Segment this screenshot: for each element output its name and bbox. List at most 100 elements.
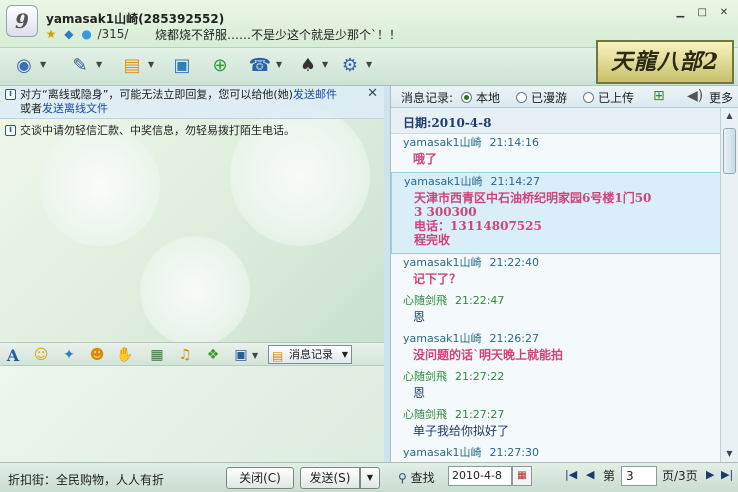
flower-decoration: [40, 126, 160, 246]
find-button[interactable]: ⚲ 查找: [398, 469, 435, 486]
send-offline-file-link[interactable]: 发送离线文件: [42, 102, 108, 115]
message-time: 21:27:22: [455, 370, 505, 383]
message-text: 没问题的话`明天晚上就能拍: [413, 348, 564, 362]
chevron-down-icon: ▼: [341, 350, 348, 359]
message-sender: yamasak1山崎: [404, 175, 483, 188]
maximize-icon[interactable]: □: [694, 6, 710, 20]
history-label: 消息记录:: [401, 91, 454, 105]
signature: 烧都烧不舒服……不是少这个就是少那个`！！: [155, 28, 402, 42]
page-suffix: 页/3页: [662, 469, 698, 483]
message-text: 恩: [413, 386, 426, 400]
chevron-down-icon[interactable]: ▼: [252, 351, 258, 360]
close-icon[interactable]: ✕: [716, 6, 732, 20]
chevron-down-icon[interactable]: ▼: [40, 60, 46, 69]
contact-name: yamasak1山崎(285392552): [46, 12, 225, 26]
history-icon: ▤: [272, 349, 284, 363]
message-text: 记下了？: [413, 272, 462, 286]
history-scrollbar[interactable]: ▲ ▼: [720, 108, 738, 462]
message-input[interactable]: [0, 366, 384, 462]
chevron-down-icon[interactable]: ▼: [366, 60, 372, 69]
chevron-down-icon[interactable]: ▼: [148, 60, 154, 69]
info-icon: i: [5, 125, 16, 136]
drop-icon[interactable]: ●: [80, 27, 94, 41]
game-ad-banner[interactable]: 天龍八部2: [596, 40, 734, 84]
star-icon[interactable]: ★: [44, 27, 58, 41]
level-text: /315/: [97, 27, 129, 41]
message-text: 恩: [413, 310, 426, 324]
screenshot-icon[interactable]: ▣: [232, 346, 250, 364]
video-icon[interactable]: ◉: [10, 52, 38, 80]
speaker-icon[interactable]: ◀): [687, 88, 703, 104]
message-sender: 心随剑飛: [403, 370, 447, 383]
radio-uploaded[interactable]: 已上传: [583, 89, 634, 106]
first-page-icon[interactable]: |◀: [565, 468, 577, 481]
message-text: 哦了: [413, 152, 438, 166]
image-icon[interactable]: ▦: [148, 346, 166, 364]
music-icon[interactable]: ♫: [176, 346, 194, 364]
message-item: yamasak1山崎 21:22:40 记下了？: [391, 254, 721, 292]
search-icon: ⚲: [398, 471, 407, 485]
info-icon: i: [5, 89, 16, 100]
flower-decoration: [140, 236, 250, 346]
history-header: 消息记录: 本地 已漫游 已上传 ⊞ ◀) 更多: [391, 86, 738, 108]
window-controls: ▁ □ ✕: [670, 4, 732, 20]
discount-ad-link[interactable]: 折扣街：全民购物，人人有折: [8, 471, 164, 488]
message-time: 21:26:27: [489, 332, 539, 345]
message-item: yamasak1山崎 21:26:27 没问题的话`明天晚上就能拍: [391, 330, 721, 368]
send-mail-link[interactable]: 发送邮件: [293, 88, 337, 101]
send-button[interactable]: 发送(S): [300, 467, 360, 489]
emoji-icon[interactable]: ☺: [32, 346, 50, 364]
date-field[interactable]: 2010-4-8: [448, 466, 512, 486]
radio-local[interactable]: 本地: [461, 89, 500, 106]
close-button[interactable]: 关闭(C): [226, 467, 294, 489]
history-footer: ⚲ 查找 2010-4-8 ▦ |◀ ◀ 第 3 页/3页 ▶ ▶|: [390, 462, 738, 492]
export-icon[interactable]: ⊞: [653, 88, 665, 104]
chat-display: i 对方“离线或隐身”，可能无法立即回复，您可以给他(她)发送邮件 或者发送离线…: [0, 86, 384, 346]
message-text: 天津市西青区中石油桥纪明家园6号楼1门50: [414, 191, 652, 205]
gesture-icon[interactable]: ✋: [116, 346, 134, 364]
chevron-down-icon[interactable]: ▼: [96, 60, 102, 69]
gem-icon[interactable]: ◆: [62, 27, 76, 41]
voice-icon[interactable]: ✎: [66, 52, 94, 80]
scroll-down-icon[interactable]: ▼: [721, 446, 738, 462]
message-time: 21:14:27: [490, 175, 540, 188]
game-icon[interactable]: ♠: [294, 52, 322, 80]
settings-icon[interactable]: ⚙: [336, 52, 364, 80]
add-icon[interactable]: ⊕: [206, 52, 234, 80]
message-item: yamasak1山崎 21:14:16 哦了: [391, 134, 721, 172]
qq-avatar-icon[interactable]: 9: [6, 5, 38, 37]
meeting-icon[interactable]: ☎: [246, 52, 274, 80]
chevron-down-icon[interactable]: ▼: [276, 60, 282, 69]
message-history-button[interactable]: ▤ 消息记录 ▼: [268, 345, 352, 364]
last-page-icon[interactable]: ▶|: [721, 468, 733, 481]
minimize-icon[interactable]: ▁: [672, 6, 688, 20]
chevron-down-icon[interactable]: ▼: [322, 60, 328, 69]
more-link[interactable]: 更多: [709, 89, 733, 106]
message-sender: yamasak1山崎: [403, 136, 482, 149]
prev-page-icon[interactable]: ◀: [586, 468, 594, 481]
message-item: 心随剑飛 21:27:27 单子我给你拟好了: [391, 406, 721, 444]
close-icon[interactable]: ✕: [367, 87, 378, 101]
radio-roamed[interactable]: 已漫游: [516, 89, 567, 106]
shake-icon[interactable]: ☻: [88, 346, 106, 364]
scroll-up-icon[interactable]: ▲: [721, 108, 738, 124]
gift-icon[interactable]: ❖: [204, 346, 222, 364]
scroll-thumb[interactable]: [723, 128, 736, 174]
message-item: yamasak1山崎21:27:30 恩 好: [391, 444, 721, 462]
font-icon[interactable]: A: [4, 346, 22, 365]
file-icon[interactable]: ▤: [118, 52, 146, 80]
send-options-icon[interactable]: ▼: [360, 467, 380, 489]
history-panel: 消息记录: 本地 已漫游 已上传 ⊞ ◀) 更多 日期:2010-4-8 yam…: [390, 86, 738, 462]
message-sender: yamasak1山崎: [403, 256, 482, 269]
message-time: 21:14:16: [489, 136, 539, 149]
magic-emoji-icon[interactable]: ✦: [60, 346, 78, 364]
next-page-icon[interactable]: ▶: [706, 468, 714, 481]
message-sender: 心随剑飛: [403, 408, 447, 421]
screen-icon[interactable]: ▣: [168, 52, 196, 80]
calendar-icon[interactable]: ▦: [512, 466, 532, 486]
page-number-input[interactable]: 3: [621, 466, 657, 486]
message-list: yamasak1山崎 21:14:16 哦了 yamasak1山崎 21:14:27…: [391, 134, 721, 462]
message-time: 21:22:40: [489, 256, 539, 269]
message-text: 单子我给你拟好了: [413, 424, 510, 438]
message-time: 21:27:27: [455, 408, 505, 421]
